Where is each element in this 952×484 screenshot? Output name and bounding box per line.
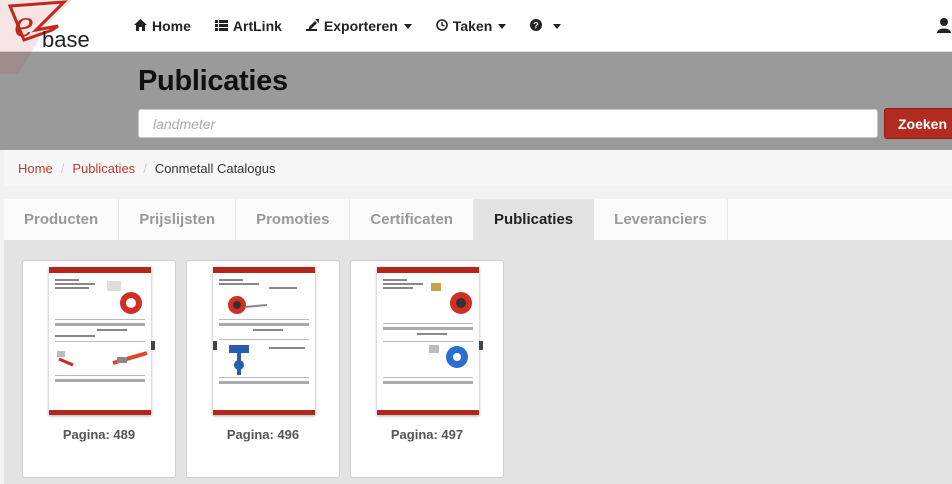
nav-home-label: Home [152, 18, 191, 34]
tab-producten[interactable]: Producten [4, 199, 120, 240]
ezbase-logo[interactable]: e base [0, 0, 110, 74]
next-page-arrow [151, 341, 155, 350]
page-caption: Pagina: 489 [62, 427, 136, 442]
clock-icon [436, 18, 448, 34]
tab-bar: Producten Prijslijsten Promoties Certifi… [4, 199, 952, 240]
publications-grid: Pagina: 489 Pagina: 496 Pagina: 497 [4, 240, 952, 484]
breadcrumb: Home / Publicaties / Conmetall Catalogus [4, 150, 952, 186]
breadcrumb-separator: / [60, 160, 65, 176]
breadcrumb-publicaties[interactable]: Publicaties [72, 161, 135, 176]
page-thumbnail [377, 267, 479, 415]
nav-home[interactable]: Home [134, 18, 191, 34]
help-icon: ? [530, 18, 543, 34]
nav-taken[interactable]: Taken [436, 18, 507, 34]
nav-taken-label: Taken [452, 18, 493, 34]
publication-card[interactable]: Pagina: 496 [186, 260, 340, 478]
top-navbar: e base Home ArtLink Exporteren Taken ? [0, 0, 952, 74]
logo-text: base [42, 27, 90, 52]
chevron-down-icon [553, 23, 562, 29]
nav-exporteren[interactable]: Exporteren [305, 18, 412, 34]
tab-promoties[interactable]: Promoties [236, 199, 351, 240]
search-input[interactable] [138, 109, 878, 138]
page-title: Publicaties [138, 65, 288, 97]
chevron-down-icon [403, 23, 412, 29]
breadcrumb-separator: / [143, 160, 147, 176]
page-thumbnail [49, 267, 151, 415]
list-icon [214, 19, 228, 34]
publication-card[interactable]: Pagina: 497 [350, 260, 504, 478]
user-icon[interactable] [936, 17, 952, 33]
svg-text:e: e [14, 5, 34, 45]
chevron-down-icon [498, 23, 507, 29]
nav-help[interactable]: ? [530, 18, 562, 34]
page-thumbnail [213, 267, 315, 415]
nav-artlink-label: ArtLink [232, 18, 282, 34]
search-button[interactable]: Zoeken [884, 108, 952, 139]
tab-prijslijsten[interactable]: Prijslijsten [119, 199, 237, 240]
page-caption: Pagina: 497 [390, 427, 464, 442]
nav-exporteren-label: Exporteren [323, 18, 398, 34]
breadcrumb-current: Conmetall Catalogus [154, 160, 276, 176]
nav-artlink[interactable]: ArtLink [214, 18, 282, 34]
breadcrumb-home[interactable]: Home [18, 161, 53, 176]
publication-card[interactable]: Pagina: 489 [22, 260, 176, 478]
prev-page-arrow [213, 341, 217, 350]
page-header: Publicaties Zoeken [0, 52, 952, 150]
home-icon [134, 18, 147, 34]
export-icon [305, 18, 319, 34]
svg-text:?: ? [534, 20, 540, 30]
next-page-arrow [479, 341, 483, 350]
tab-publicaties[interactable]: Publicaties [473, 199, 595, 240]
tab-certificaten[interactable]: Certificaten [350, 199, 474, 240]
tab-leveranciers[interactable]: Leveranciers [594, 199, 728, 240]
page-caption: Pagina: 496 [226, 427, 300, 442]
